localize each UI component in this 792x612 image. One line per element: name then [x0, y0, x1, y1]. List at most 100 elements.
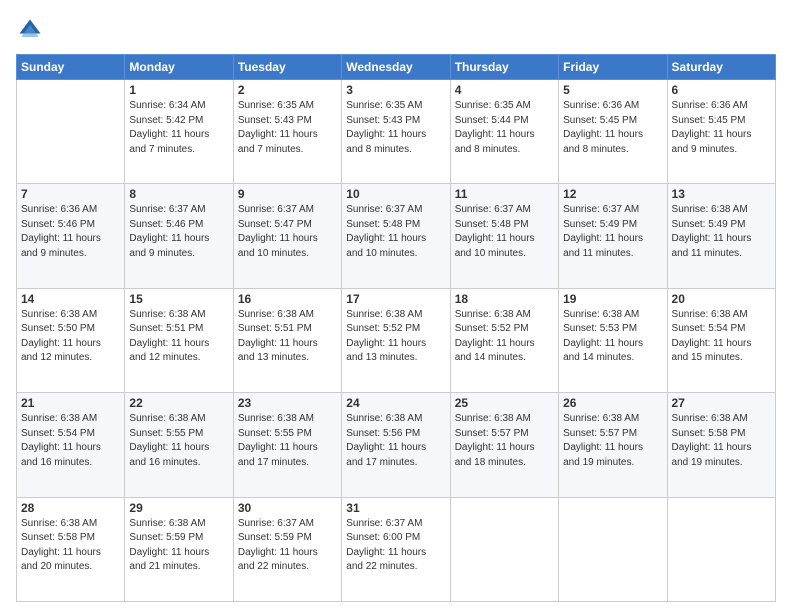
day-number: 5 [563, 83, 662, 97]
day-info: Sunrise: 6:38 AMSunset: 5:51 PMDaylight:… [238, 308, 337, 366]
calendar-week-3: 14 Sunrise: 6:38 AMSunset: 5:50 PMDayligh… [17, 288, 776, 392]
calendar-cell: 3 Sunrise: 6:35 AMSunset: 5:43 PMDaylight… [342, 80, 450, 184]
calendar-week-4: 21 Sunrise: 6:38 AMSunset: 5:54 PMDayligh… [17, 393, 776, 497]
day-number: 27 [672, 396, 771, 410]
weekday-header-monday: Monday [125, 55, 233, 80]
day-number: 14 [21, 292, 120, 306]
day-number: 18 [455, 292, 554, 306]
day-info: Sunrise: 6:37 AMSunset: 5:49 PMDaylight:… [563, 203, 662, 261]
calendar-cell: 26 Sunrise: 6:38 AMSunset: 5:57 PMDayligh… [559, 393, 667, 497]
day-info: Sunrise: 6:38 AMSunset: 5:55 PMDaylight:… [129, 412, 228, 470]
day-number: 6 [672, 83, 771, 97]
day-info: Sunrise: 6:38 AMSunset: 5:57 PMDaylight:… [563, 412, 662, 470]
calendar-cell [450, 497, 558, 601]
day-number: 11 [455, 187, 554, 201]
calendar-cell: 4 Sunrise: 6:35 AMSunset: 5:44 PMDaylight… [450, 80, 558, 184]
calendar-week-2: 7Sunrise: 6:36 AMSunset: 5:46 PMDaylight… [17, 184, 776, 288]
day-info: Sunrise: 6:38 AMSunset: 5:50 PMDaylight:… [21, 308, 120, 366]
day-number: 12 [563, 187, 662, 201]
day-info: Sunrise: 6:38 AMSunset: 5:52 PMDaylight:… [346, 308, 445, 366]
day-number: 31 [346, 501, 445, 515]
day-number: 13 [672, 187, 771, 201]
weekday-header-tuesday: Tuesday [233, 55, 341, 80]
day-info: Sunrise: 6:38 AMSunset: 5:51 PMDaylight:… [129, 308, 228, 366]
day-number: 10 [346, 187, 445, 201]
day-info: Sunrise: 6:35 AMSunset: 5:43 PMDaylight:… [238, 99, 337, 157]
calendar-cell: 16 Sunrise: 6:38 AMSunset: 5:51 PMDayligh… [233, 288, 341, 392]
weekday-header-friday: Friday [559, 55, 667, 80]
calendar-cell: 18 Sunrise: 6:38 AMSunset: 5:52 PMDayligh… [450, 288, 558, 392]
day-info: Sunrise: 6:38 AMSunset: 5:57 PMDaylight:… [455, 412, 554, 470]
day-number: 7 [21, 187, 120, 201]
calendar-cell: 12 Sunrise: 6:37 AMSunset: 5:49 PMDayligh… [559, 184, 667, 288]
logo [16, 16, 48, 44]
day-number: 21 [21, 396, 120, 410]
day-info: Sunrise: 6:36 AMSunset: 5:45 PMDaylight:… [672, 99, 771, 157]
calendar-body: 1 Sunrise: 6:34 AMSunset: 5:42 PMDaylight… [17, 80, 776, 602]
day-info: Sunrise: 6:37 AMSunset: 5:46 PMDaylight:… [129, 203, 228, 261]
calendar-cell: 29 Sunrise: 6:38 AMSunset: 5:59 PMDayligh… [125, 497, 233, 601]
calendar-table: SundayMondayTuesdayWednesdayThursdayFrid… [16, 54, 776, 602]
day-number: 30 [238, 501, 337, 515]
calendar-cell: 8Sunrise: 6:37 AMSunset: 5:46 PMDaylight… [125, 184, 233, 288]
day-info: Sunrise: 6:38 AMSunset: 5:59 PMDaylight:… [129, 517, 228, 575]
day-info: Sunrise: 6:37 AMSunset: 5:48 PMDaylight:… [455, 203, 554, 261]
day-info: Sunrise: 6:38 AMSunset: 5:56 PMDaylight:… [346, 412, 445, 470]
calendar-cell: 2 Sunrise: 6:35 AMSunset: 5:43 PMDaylight… [233, 80, 341, 184]
day-info: Sunrise: 6:37 AMSunset: 5:47 PMDaylight:… [238, 203, 337, 261]
day-number: 2 [238, 83, 337, 97]
calendar-cell: 31 Sunrise: 6:37 AMSunset: 6:00 PMDayligh… [342, 497, 450, 601]
calendar-cell: 23 Sunrise: 6:38 AMSunset: 5:55 PMDayligh… [233, 393, 341, 497]
calendar-cell: 19Sunrise: 6:38 AMSunset: 5:53 PMDayligh… [559, 288, 667, 392]
day-number: 23 [238, 396, 337, 410]
header [16, 16, 776, 44]
calendar-cell: 24 Sunrise: 6:38 AMSunset: 5:56 PMDayligh… [342, 393, 450, 497]
day-info: Sunrise: 6:38 AMSunset: 5:55 PMDaylight:… [238, 412, 337, 470]
calendar-cell: 15Sunrise: 6:38 AMSunset: 5:51 PMDayligh… [125, 288, 233, 392]
calendar-cell [667, 497, 775, 601]
day-info: Sunrise: 6:38 AMSunset: 5:54 PMDaylight:… [21, 412, 120, 470]
day-number: 3 [346, 83, 445, 97]
calendar-cell: 5 Sunrise: 6:36 AMSunset: 5:45 PMDaylight… [559, 80, 667, 184]
calendar-cell: 22Sunrise: 6:38 AMSunset: 5:55 PMDayligh… [125, 393, 233, 497]
day-number: 19 [563, 292, 662, 306]
calendar-cell: 21 Sunrise: 6:38 AMSunset: 5:54 PMDayligh… [17, 393, 125, 497]
calendar-cell: 10 Sunrise: 6:37 AMSunset: 5:48 PMDayligh… [342, 184, 450, 288]
calendar-cell: 9 Sunrise: 6:37 AMSunset: 5:47 PMDaylight… [233, 184, 341, 288]
weekday-header-saturday: Saturday [667, 55, 775, 80]
day-info: Sunrise: 6:38 AMSunset: 5:52 PMDaylight:… [455, 308, 554, 366]
calendar-cell: 13Sunrise: 6:38 AMSunset: 5:49 PMDayligh… [667, 184, 775, 288]
calendar-cell: 11 Sunrise: 6:37 AMSunset: 5:48 PMDayligh… [450, 184, 558, 288]
day-info: Sunrise: 6:37 AMSunset: 6:00 PMDaylight:… [346, 517, 445, 575]
calendar-cell [559, 497, 667, 601]
calendar-cell: 17 Sunrise: 6:38 AMSunset: 5:52 PMDayligh… [342, 288, 450, 392]
day-info: Sunrise: 6:35 AMSunset: 5:43 PMDaylight:… [346, 99, 445, 157]
calendar-cell: 7Sunrise: 6:36 AMSunset: 5:46 PMDaylight… [17, 184, 125, 288]
day-info: Sunrise: 6:37 AMSunset: 5:59 PMDaylight:… [238, 517, 337, 575]
day-number: 17 [346, 292, 445, 306]
weekday-row: SundayMondayTuesdayWednesdayThursdayFrid… [17, 55, 776, 80]
day-info: Sunrise: 6:37 AMSunset: 5:48 PMDaylight:… [346, 203, 445, 261]
day-info: Sunrise: 6:34 AMSunset: 5:42 PMDaylight:… [129, 99, 228, 157]
calendar-cell: 14 Sunrise: 6:38 AMSunset: 5:50 PMDayligh… [17, 288, 125, 392]
day-number: 26 [563, 396, 662, 410]
calendar-week-1: 1 Sunrise: 6:34 AMSunset: 5:42 PMDaylight… [17, 80, 776, 184]
day-number: 28 [21, 501, 120, 515]
day-info: Sunrise: 6:38 AMSunset: 5:54 PMDaylight:… [672, 308, 771, 366]
day-number: 16 [238, 292, 337, 306]
day-info: Sunrise: 6:35 AMSunset: 5:44 PMDaylight:… [455, 99, 554, 157]
weekday-header-wednesday: Wednesday [342, 55, 450, 80]
day-number: 9 [238, 187, 337, 201]
calendar-cell: 6 Sunrise: 6:36 AMSunset: 5:45 PMDaylight… [667, 80, 775, 184]
day-number: 1 [129, 83, 228, 97]
day-number: 20 [672, 292, 771, 306]
day-number: 4 [455, 83, 554, 97]
day-info: Sunrise: 6:38 AMSunset: 5:58 PMDaylight:… [672, 412, 771, 470]
weekday-header-sunday: Sunday [17, 55, 125, 80]
calendar-cell: 30 Sunrise: 6:37 AMSunset: 5:59 PMDayligh… [233, 497, 341, 601]
day-number: 24 [346, 396, 445, 410]
day-info: Sunrise: 6:36 AMSunset: 5:45 PMDaylight:… [563, 99, 662, 157]
calendar-cell: 27 Sunrise: 6:38 AMSunset: 5:58 PMDayligh… [667, 393, 775, 497]
calendar-cell [17, 80, 125, 184]
day-number: 29 [129, 501, 228, 515]
